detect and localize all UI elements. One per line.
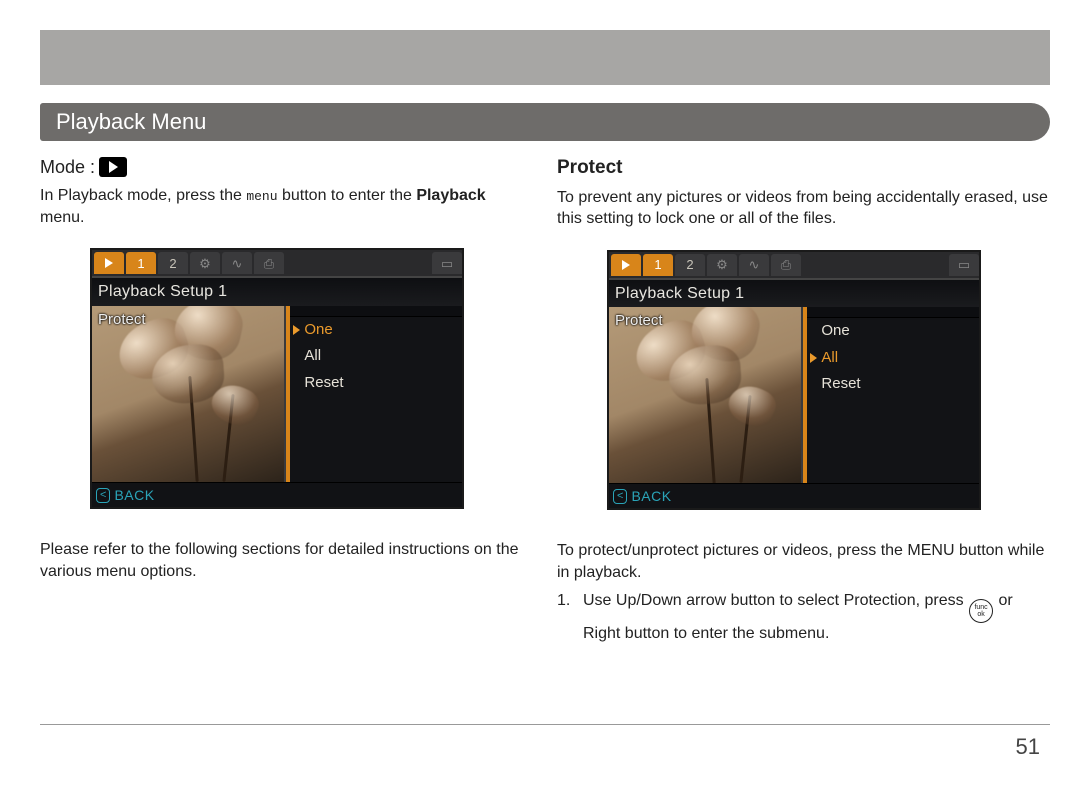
option-reset: Reset xyxy=(807,371,979,397)
option-list: One All Reset xyxy=(286,306,462,482)
tab-wave-icon: ∿ xyxy=(222,252,252,274)
tab-misc-icon: ⎙ xyxy=(771,254,801,276)
tab-1: 1 xyxy=(643,254,673,276)
section-title: Playback Menu xyxy=(56,109,206,134)
step-number: 1. xyxy=(557,590,575,645)
right-below1: To protect/unprotect pictures or videos,… xyxy=(557,540,1050,583)
back-label: BACK xyxy=(631,487,671,506)
menu-tabs: 1 2 ⚙ ∿ ⎙ ▭ xyxy=(92,250,462,278)
menu-footer: < BACK xyxy=(92,482,462,507)
tab-play-icon xyxy=(611,254,641,276)
func-top: func xyxy=(974,604,987,611)
mode-line: Mode : xyxy=(40,155,533,179)
tab-2: 2 xyxy=(158,252,188,274)
step-1: 1. Use Up/Down arrow button to select Pr… xyxy=(557,590,1050,645)
top-gray-bar xyxy=(40,30,1050,85)
menu-title: Playback Setup 1 xyxy=(609,280,979,308)
protect-heading: Protect xyxy=(557,155,1050,181)
thumbnail-flower: Protect xyxy=(92,306,286,482)
page-number: 51 xyxy=(1016,734,1040,760)
back-label: BACK xyxy=(114,486,154,505)
left-footnote: Please refer to the following sections f… xyxy=(40,539,533,582)
option-one: One xyxy=(807,318,979,344)
intro-text-post: menu. xyxy=(40,209,84,226)
tab-play-icon xyxy=(94,252,124,274)
menu-word: menu xyxy=(246,189,277,204)
camera-screen-right: 1 2 ⚙ ∿ ⎙ ▭ Playback Setup 1 Protect xyxy=(607,250,981,511)
option-all: All xyxy=(290,343,462,369)
func-ok-icon: funcok xyxy=(969,599,993,623)
tab-wrench-icon: ⚙ xyxy=(707,254,737,276)
tab-battery-icon: ▭ xyxy=(432,252,462,274)
tab-1: 1 xyxy=(126,252,156,274)
option-list: One All Reset xyxy=(803,307,979,483)
menu-body: Protect One All Reset xyxy=(609,307,979,483)
step-text: Use Up/Down arrow button to select Prote… xyxy=(583,590,1050,645)
bottom-rule xyxy=(40,724,1050,725)
option-one: One xyxy=(290,317,462,343)
camera-screen-left: 1 2 ⚙ ∿ ⎙ ▭ Playback Setup 1 Protect xyxy=(90,248,464,509)
menu-tabs: 1 2 ⚙ ∿ ⎙ ▭ xyxy=(609,252,979,280)
menu-footer: < BACK xyxy=(609,483,979,508)
option-all: All xyxy=(807,345,979,371)
right-column: Protect To prevent any pictures or video… xyxy=(557,155,1050,644)
thumbnail-flower: Protect xyxy=(609,307,803,483)
intro-text-mid: button to enter the xyxy=(278,187,417,204)
manual-page: Playback Menu Mode : In Playback mode, p… xyxy=(40,30,1050,745)
tab-2: 2 xyxy=(675,254,705,276)
tab-wave-icon: ∿ xyxy=(739,254,769,276)
tab-misc-icon: ⎙ xyxy=(254,252,284,274)
intro-bold: Playback xyxy=(416,187,485,204)
back-key-icon: < xyxy=(96,488,110,503)
right-screenshot: 1 2 ⚙ ∿ ⎙ ▭ Playback Setup 1 Protect xyxy=(607,250,1050,511)
section-header: Playback Menu xyxy=(40,103,1050,141)
tab-battery-icon: ▭ xyxy=(949,254,979,276)
menu-title: Playback Setup 1 xyxy=(92,278,462,306)
back-key-icon: < xyxy=(613,489,627,504)
play-icon xyxy=(99,157,127,177)
protect-intro: To prevent any pictures or videos from b… xyxy=(557,187,1050,230)
intro-text-pre: In Playback mode, press the xyxy=(40,187,246,204)
mode-label: Mode : xyxy=(40,155,95,179)
option-reset: Reset xyxy=(290,370,462,396)
content-columns: Mode : In Playback mode, press the menu … xyxy=(40,155,1050,644)
menu-body: Protect One All Reset xyxy=(92,306,462,482)
tab-wrench-icon: ⚙ xyxy=(190,252,220,274)
left-screenshot: 1 2 ⚙ ∿ ⎙ ▭ Playback Setup 1 Protect xyxy=(90,248,533,509)
step-text-a: Use Up/Down arrow button to select Prote… xyxy=(583,592,968,609)
left-intro: In Playback mode, press the menu button … xyxy=(40,185,533,228)
func-bot: ok xyxy=(977,611,984,618)
left-column: Mode : In Playback mode, press the menu … xyxy=(40,155,533,644)
